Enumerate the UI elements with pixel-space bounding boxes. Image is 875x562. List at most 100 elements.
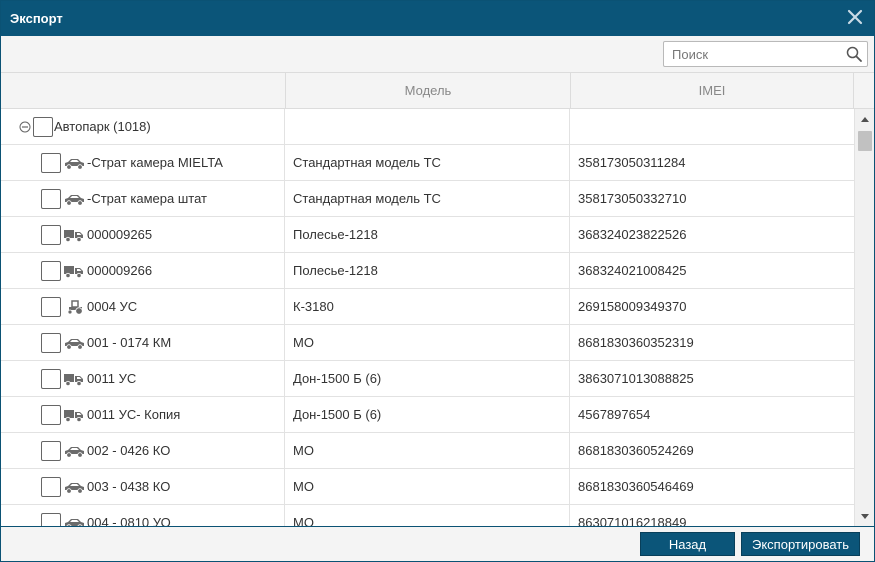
vehicle-imei-cell: 4567897654 <box>578 407 651 422</box>
root-imei-cell <box>570 109 854 145</box>
root-model-cell <box>285 109 570 145</box>
root-name-cell: Автопарк (1018) <box>1 109 285 145</box>
vehicle-name: 001 - 0174 КМ <box>87 335 172 350</box>
collapse-icon[interactable] <box>19 121 31 133</box>
table-row[interactable]: 000009266 Полесье-1218 368324021008425 <box>1 253 854 289</box>
root-label: Автопарк (1018) <box>54 119 151 134</box>
grid-header: Модель IMEI <box>1 73 874 109</box>
column-header-name[interactable] <box>1 73 286 108</box>
vehicle-name-cell: -Страт камера штат <box>1 181 285 217</box>
vehicle-name: 003 - 0438 КО <box>87 479 171 494</box>
vehicle-model-cell: Стандартная модель ТС <box>285 181 570 217</box>
vehicle-imei-cell: 358173050332710 <box>578 191 687 206</box>
vehicle-imei-cell: 863071016218849 <box>578 515 687 526</box>
vehicle-model-cell: Дон-1500 Б (6) <box>285 361 570 397</box>
table-row[interactable]: 002 - 0426 КО МО 8681830360524269 <box>1 433 854 469</box>
vehicle-name: 0004 УС <box>87 299 138 314</box>
row-checkbox[interactable] <box>41 513 61 526</box>
column-header-imei[interactable]: IMEI <box>571 73 854 108</box>
vehicle-name: -Страт камера штат <box>87 191 207 206</box>
vehicle-name-cell: 000009265 <box>1 217 285 253</box>
vehicle-grid: Модель IMEI Автопарк (1018) -Страт камер… <box>1 72 874 526</box>
root-checkbox[interactable] <box>33 117 53 137</box>
vehicle-name-cell: 002 - 0426 КО <box>1 433 285 469</box>
table-row[interactable]: 003 - 0438 КО МО 8681830360546469 <box>1 469 854 505</box>
truck-icon <box>64 374 83 387</box>
dialog-title: Экспорт <box>10 11 63 26</box>
row-checkbox[interactable] <box>41 297 61 317</box>
row-checkbox[interactable] <box>41 369 61 389</box>
export-button[interactable]: Экспортировать <box>741 532 860 556</box>
column-header-model[interactable]: Модель <box>286 73 571 108</box>
vehicle-imei-cell: 8681830360546469 <box>578 479 694 494</box>
vehicle-model-cell: Полесье-1218 <box>285 217 570 253</box>
table-row[interactable]: 0011 УС- Копия Дон-1500 Б (6) 4567897654 <box>1 397 854 433</box>
vehicle-name-cell: 0004 УС <box>1 289 285 325</box>
table-row[interactable]: 000009265 Полесье-1218 368324023822526 <box>1 217 854 253</box>
table-row[interactable]: -Страт камера MIELTA Стандартная модель Т… <box>1 145 854 181</box>
truck-icon <box>64 230 83 243</box>
vehicle-model-cell: МО <box>285 325 570 361</box>
vehicle-name: -Страт камера MIELTA <box>87 155 223 170</box>
back-button[interactable]: Назад <box>640 532 735 556</box>
scroll-down-icon[interactable] <box>860 513 870 521</box>
dialog-footer: Назад Экспортировать <box>1 526 874 561</box>
car-icon <box>65 483 84 494</box>
row-checkbox[interactable] <box>41 477 61 497</box>
vehicle-name-cell: 000009266 <box>1 253 285 289</box>
toolbar <box>1 36 874 72</box>
vehicle-imei-cell: 358173050311284 <box>578 155 686 170</box>
vehicle-name: 000009266 <box>87 263 153 278</box>
table-row[interactable]: -Страт камера штат Стандартная модель ТС 3… <box>1 181 854 217</box>
tractor-icon <box>67 300 83 315</box>
car-icon <box>65 159 84 170</box>
vehicle-imei-cell: 368324023822526 <box>578 227 687 242</box>
search-input[interactable] <box>664 42 842 66</box>
vehicle-imei-cell: 3863071013088825 <box>578 371 694 386</box>
row-checkbox[interactable] <box>41 225 61 245</box>
vehicle-model-cell: МО <box>285 469 570 505</box>
vehicle-name-cell: 0011 УС <box>1 361 285 397</box>
table-row[interactable]: 0011 УС Дон-1500 Б (6) 3863071013088825 <box>1 361 854 397</box>
row-checkbox[interactable] <box>41 189 61 209</box>
vehicle-name-cell: 0011 УС- Копия <box>1 397 285 433</box>
close-icon[interactable] <box>845 7 865 27</box>
car-icon <box>65 339 84 350</box>
vehicle-model-cell: Дон-1500 Б (6) <box>285 397 570 433</box>
search-icon[interactable] <box>846 46 862 62</box>
export-dialog: Экспорт Модель IMEI <box>0 0 875 562</box>
vehicle-model-cell: МО <box>285 433 570 469</box>
truck-icon <box>64 266 83 279</box>
vehicle-name: 004 - 0810 УО <box>87 515 171 526</box>
vehicle-name: 000009265 <box>87 227 153 242</box>
car-icon <box>65 447 84 458</box>
grid-body: Автопарк (1018) -Страт камера MIELTA Стан… <box>1 109 854 526</box>
vehicle-name: 0011 УС <box>87 371 137 386</box>
vehicle-model-cell: Полесье-1218 <box>285 253 570 289</box>
vertical-scrollbar[interactable] <box>854 109 874 526</box>
vehicle-imei-cell: 368324021008425 <box>578 263 687 278</box>
vehicle-imei-cell: 269158009349370 <box>578 299 687 314</box>
vehicle-imei-cell: 8681830360352319 <box>578 335 694 350</box>
search-box <box>663 41 868 67</box>
vehicle-imei-cell: 8681830360524269 <box>578 443 694 458</box>
table-row[interactable]: 0004 УС К-3180 269158009349370 <box>1 289 854 325</box>
vehicle-name-cell: 003 - 0438 КО <box>1 469 285 505</box>
vehicle-name: 002 - 0426 КО <box>87 443 171 458</box>
truck-icon <box>64 410 83 423</box>
table-row[interactable]: 004 - 0810 УО МО 863071016218849 <box>1 505 854 526</box>
table-row[interactable]: 001 - 0174 КМ МО 8681830360352319 <box>1 325 854 361</box>
row-checkbox[interactable] <box>41 333 61 353</box>
row-checkbox[interactable] <box>41 441 61 461</box>
vehicle-name: 0011 УС- Копия <box>87 407 181 422</box>
vehicle-name-cell: 001 - 0174 КМ <box>1 325 285 361</box>
row-checkbox[interactable] <box>41 153 61 173</box>
scroll-up-icon[interactable] <box>860 115 870 123</box>
vehicle-model-cell: Стандартная модель ТС <box>285 145 570 181</box>
scrollbar-thumb[interactable] <box>858 131 872 151</box>
row-checkbox[interactable] <box>41 405 61 425</box>
dialog-titlebar: Экспорт <box>1 1 874 36</box>
row-checkbox[interactable] <box>41 261 61 281</box>
vehicle-model-cell: К-3180 <box>285 289 570 325</box>
tree-root-row[interactable]: Автопарк (1018) <box>1 109 854 145</box>
